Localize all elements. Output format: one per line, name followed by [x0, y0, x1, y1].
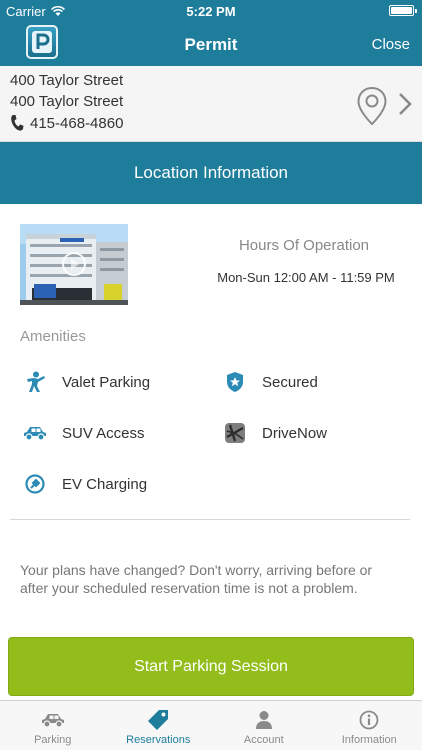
car-icon [22, 422, 48, 444]
tab-label: Information [341, 734, 397, 746]
car-icon [40, 709, 66, 731]
shield-star-icon [222, 371, 248, 393]
tag-icon [146, 709, 170, 731]
close-button[interactable]: Close [372, 36, 410, 53]
amenity-suv-access: SUV Access [22, 422, 145, 444]
nav-bar: Permit Close [0, 22, 422, 66]
status-bar: Carrier 5:22 PM [0, 0, 422, 22]
tab-label: Parking [34, 734, 72, 746]
battery-icon [389, 5, 417, 16]
amenity-secured: Secured [222, 371, 318, 393]
page-title: Permit [184, 35, 238, 54]
amenity-label: Valet Parking [62, 373, 151, 391]
map-pin-icon[interactable] [356, 86, 388, 126]
amenity-valet-parking: Valet Parking [22, 371, 150, 393]
location-photo[interactable] [20, 224, 128, 305]
reservation-note: Your plans have changed? Don't worry, ar… [20, 562, 373, 596]
section-header: Location Information [0, 142, 422, 204]
tab-bar: Parking Reservations Account Information [0, 700, 422, 750]
phone-number: 415-468-4860 [30, 114, 124, 132]
tab-label: Account [243, 734, 284, 746]
hours-value: Mon-Sun 12:00 AM - 11:59 PM [217, 270, 395, 285]
person-icon [255, 709, 273, 731]
drivenow-icon [222, 422, 248, 444]
phone-row[interactable]: 415-468-4860 [10, 114, 123, 132]
valet-icon [22, 371, 48, 393]
amenities-title: Amenities [20, 328, 86, 345]
location-address-row[interactable]: 400 Taylor Street 400 Taylor Street 415-… [0, 66, 422, 142]
garage-building-image [20, 224, 128, 305]
amenity-label: SUV Access [62, 424, 145, 442]
amenity-label: EV Charging [62, 475, 148, 493]
amenity-ev-charging: EV Charging [22, 473, 147, 495]
start-parking-session-button[interactable]: Start Parking Session [8, 637, 414, 696]
amenity-label: DriveNow [262, 424, 328, 442]
tab-account[interactable]: Account [211, 701, 317, 750]
phone-icon [11, 115, 24, 131]
address-line-1: 400 Taylor Street [10, 72, 124, 89]
hours-title: Hours Of Operation [238, 237, 370, 254]
info-icon [359, 709, 379, 731]
amenity-drivenow: DriveNow [222, 422, 327, 444]
section-title: Location Information [133, 163, 289, 182]
tab-reservations[interactable]: Reservations [106, 701, 212, 750]
divider [10, 519, 410, 520]
address-line-2: 400 Taylor Street [10, 93, 124, 110]
tab-parking[interactable]: Parking [0, 701, 106, 750]
start-parking-session-label: Start Parking Session [134, 657, 288, 675]
clock: 5:22 PM [186, 4, 236, 19]
tab-information[interactable]: Information [317, 701, 422, 750]
chevron-right-icon[interactable] [398, 92, 412, 116]
amenity-label: Secured [262, 373, 318, 391]
tab-label: Reservations [126, 734, 191, 746]
ev-charging-icon [22, 473, 48, 495]
